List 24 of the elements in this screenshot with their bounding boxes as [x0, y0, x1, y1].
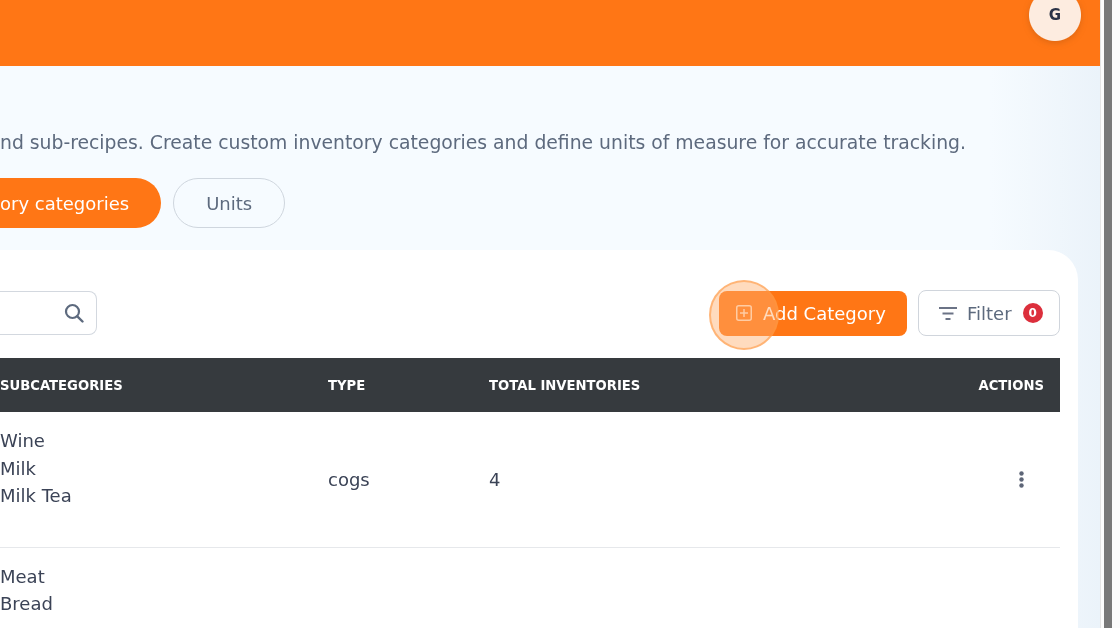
- subcategory-name: Milk Tea: [0, 484, 72, 508]
- tab[interactable]: ory categories: [0, 178, 162, 228]
- plus-square-icon: [736, 305, 752, 321]
- subcategory-name: Meat: [0, 564, 45, 589]
- tab[interactable]: Units: [173, 178, 286, 228]
- column-header: TYPE: [328, 377, 367, 393]
- add-category-button[interactable]: Add Category: [719, 290, 907, 336]
- subcategory-name: Bread: [0, 592, 53, 616]
- search-icon: [64, 303, 84, 323]
- user-avatar[interactable]: G: [1029, 0, 1081, 41]
- column-header: ACTIONS: [978, 377, 1045, 393]
- page-description: nd sub-recipes. Create custom inventory categories and define units of measure for accurate tracking.: [0, 131, 967, 155]
- search-field[interactable]: [0, 291, 97, 335]
- filter-icon: [939, 306, 957, 320]
- table-cell: 4: [489, 468, 501, 490]
- column-header: TOTAL INVENTORIES: [489, 377, 642, 393]
- filter-button[interactable]: Filter 0: [918, 290, 1060, 336]
- subcategory-name: Wine: [0, 429, 45, 453]
- scrollbar[interactable]: [1104, 0, 1112, 628]
- subcategory-name: Milk: [0, 456, 36, 481]
- table-cell: cogs: [328, 468, 370, 490]
- column-header: SUBCATEGORIES: [0, 377, 124, 393]
- more-options-icon[interactable]: [1019, 470, 1024, 488]
- filter-count-badge: 0: [1022, 303, 1043, 323]
